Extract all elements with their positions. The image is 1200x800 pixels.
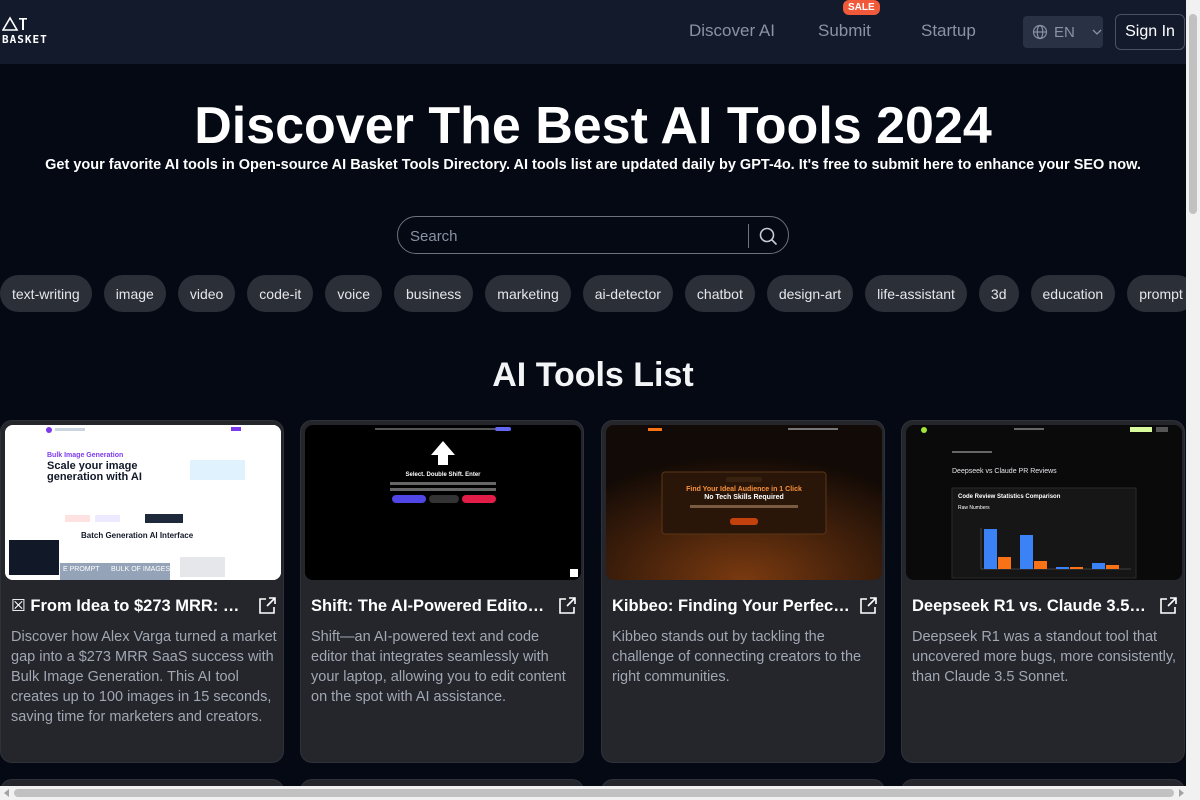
search-divider: [748, 224, 749, 248]
sale-badge: SALE: [843, 0, 880, 15]
card-title-row: Kibbeo: Finding Your Perfect Audience: [612, 593, 878, 619]
thumb-chart-sub: Raw Numbers: [958, 505, 990, 511]
search-input[interactable]: [410, 225, 740, 247]
tag-3d[interactable]: 3d: [978, 275, 1019, 312]
tag-video[interactable]: video: [177, 275, 236, 312]
nav-startup[interactable]: Startup: [921, 21, 976, 41]
svg-text:BASKET: BASKET: [2, 33, 48, 46]
tag-text-writing[interactable]: text-writing: [0, 275, 92, 312]
tag-business[interactable]: business: [394, 275, 474, 312]
horizontal-scroll-thumb[interactable]: [14, 789, 1174, 797]
category-tags: text-writing image video code-it voice b…: [0, 275, 1186, 312]
thumb-section: Batch Generation AI Interface: [81, 531, 194, 540]
site-header: BASKET Discover AI Submit SALE Startup E…: [0, 0, 1186, 64]
logo-icon: BASKET: [1, 16, 48, 46]
card-title-row: Shift: The AI-Powered Editor for Your La…: [311, 593, 577, 619]
thumbnail-image: [5, 425, 281, 580]
thumbnail-image: [305, 425, 581, 580]
tag-education[interactable]: education: [1030, 275, 1116, 312]
search-icon[interactable]: [757, 225, 779, 247]
external-link-icon[interactable]: [557, 596, 577, 616]
nav-submit[interactable]: Submit: [818, 21, 871, 41]
card-title[interactable]: Shift: The AI-Powered Editor for Your La…: [311, 597, 557, 616]
thumb-heading: Deepseek vs Claude PR Reviews: [952, 468, 1057, 475]
thumb-btn2: BULK OF IMAGES: [111, 566, 171, 573]
language-label: EN: [1054, 23, 1075, 41]
tool-card[interactable]: Find Your Ideal Audience in 1 Click No T…: [601, 420, 885, 763]
card-title[interactable]: ☒ From Idea to $273 MRR: The Bulk Image …: [11, 596, 257, 616]
card-description: Kibbeo stands out by tackling the challe…: [612, 629, 862, 685]
tag-prompt[interactable]: prompt: [1127, 275, 1186, 312]
external-link-icon[interactable]: [1158, 596, 1178, 616]
tag-marketing[interactable]: marketing: [485, 275, 571, 312]
vertical-scroll-thumb[interactable]: [1189, 14, 1197, 214]
tool-card[interactable]: Select. Double Shift. Enter Shift: The A…: [300, 420, 584, 763]
search-bar: [397, 216, 789, 254]
section-title: AI Tools List: [492, 356, 694, 394]
scroll-right-arrow-icon[interactable]: [1174, 786, 1188, 800]
card-title-row: ☒ From Idea to $273 MRR: The Bulk Image …: [11, 593, 277, 619]
card-title-row: Deepseek R1 vs. Claude 3.5 Sonnet: [912, 593, 1178, 619]
tool-card[interactable]: Bulk Image Generation Scale your image g…: [0, 420, 284, 763]
thumb-heading: Bulk Image Generation: [47, 452, 124, 459]
thumb-line2: generation with AI: [47, 471, 142, 483]
tag-voice[interactable]: voice: [325, 275, 383, 312]
external-link-icon[interactable]: [858, 596, 878, 616]
tool-card[interactable]: Deepseek vs Claude PR Reviews Code Revie…: [901, 420, 1185, 763]
chevron-down-icon: [1092, 29, 1102, 35]
thumb-btn1: E PROMPT: [63, 566, 100, 573]
card-thumbnail: Bulk Image Generation Scale your image g…: [5, 425, 281, 580]
thumbnail-image: [906, 425, 1182, 580]
globe-icon: [1032, 24, 1048, 40]
external-link-icon[interactable]: [257, 596, 277, 616]
tag-design-art[interactable]: design-art: [766, 275, 854, 312]
thumb-line1: Find Your Ideal Audience in 1 Click: [686, 486, 802, 493]
card-title[interactable]: Kibbeo: Finding Your Perfect Audience: [612, 597, 858, 616]
vertical-scrollbar[interactable]: [1186, 0, 1200, 786]
nav-discover-ai[interactable]: Discover AI: [689, 21, 775, 41]
card-thumbnail: Find Your Ideal Audience in 1 Click No T…: [606, 425, 882, 580]
thumb-heading: Select. Double Shift. Enter: [405, 472, 481, 478]
tag-code-it[interactable]: code-it: [247, 275, 314, 312]
card-thumbnail: Deepseek vs Claude PR Reviews Code Revie…: [906, 425, 1182, 580]
card-description: Deepseek R1 was a standout tool that unc…: [912, 629, 1177, 685]
thumbnail-image: [606, 425, 882, 580]
thumb-chart-title: Code Review Statistics Comparison: [958, 494, 1061, 500]
tag-life-assistant[interactable]: life-assistant: [865, 275, 967, 312]
page-title: Discover The Best AI Tools 2024: [194, 97, 992, 155]
scroll-left-arrow-icon[interactable]: [0, 786, 14, 800]
card-thumbnail: Select. Double Shift. Enter: [305, 425, 581, 580]
language-select[interactable]: EN: [1023, 16, 1103, 48]
tag-image[interactable]: image: [103, 275, 166, 312]
thumb-line2: No Tech Skills Required: [704, 494, 784, 501]
card-title[interactable]: Deepseek R1 vs. Claude 3.5 Sonnet: [912, 597, 1158, 616]
horizontal-scrollbar[interactable]: [0, 786, 1200, 800]
card-description: Discover how Alex Varga turned a market …: [11, 629, 277, 725]
tag-chatbot[interactable]: chatbot: [684, 275, 755, 312]
page-subtitle: Get your favorite AI tools in Open-sourc…: [45, 157, 1141, 173]
logo[interactable]: BASKET: [1, 16, 64, 46]
card-description: Shift—an AI-powered text and code editor…: [311, 629, 566, 705]
sign-in-button[interactable]: Sign In: [1115, 14, 1185, 50]
tag-ai-detector[interactable]: ai-detector: [582, 275, 673, 312]
